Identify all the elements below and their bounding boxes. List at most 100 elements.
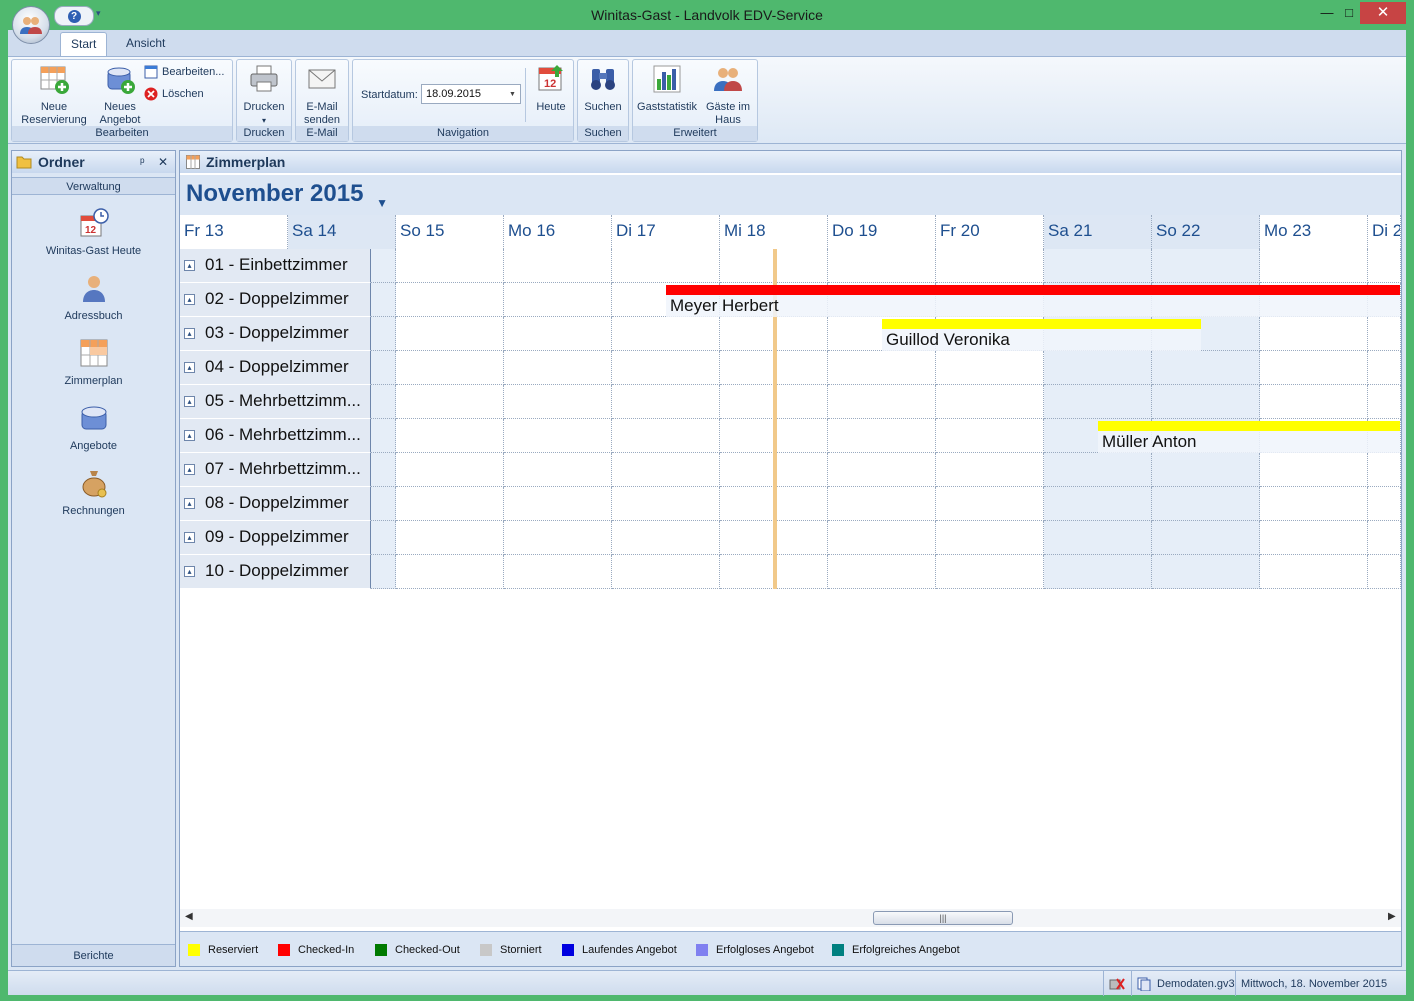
grid-cell[interactable]: [828, 351, 936, 385]
guests-in-house-button[interactable]: Gäste im Haus: [699, 63, 757, 127]
expand-icon[interactable]: ▴: [184, 260, 195, 271]
scroll-thumb[interactable]: |||: [873, 911, 1013, 925]
grid-cell[interactable]: [1044, 521, 1152, 555]
start-date-dropdown-icon[interactable]: ▼: [509, 91, 516, 98]
room-row-label[interactable]: ▴ 06 - Mehrbettzimm...: [180, 419, 371, 453]
close-icon[interactable]: ✕: [158, 151, 168, 173]
grid-cell[interactable]: [1260, 555, 1368, 589]
grid-cell[interactable]: [936, 249, 1044, 283]
guest-statistics-button[interactable]: Gaststatistik: [635, 63, 699, 114]
grid-cell[interactable]: [936, 385, 1044, 419]
grid-cell[interactable]: [612, 317, 720, 351]
grid-cell[interactable]: [1260, 385, 1368, 419]
grid-cell[interactable]: [1152, 351, 1260, 385]
expand-icon[interactable]: ▴: [184, 294, 195, 305]
expand-icon[interactable]: ▴: [184, 430, 195, 441]
month-selector[interactable]: November 2015 ▼: [180, 175, 1401, 215]
grid-cell[interactable]: [1260, 351, 1368, 385]
grid-cell[interactable]: [504, 249, 612, 283]
grid-cell[interactable]: [504, 385, 612, 419]
grid-cell[interactable]: [612, 419, 720, 453]
nav-adressbuch[interactable]: Adressbuch: [12, 272, 175, 322]
expand-icon[interactable]: ▴: [184, 396, 195, 407]
grid-cell[interactable]: [936, 351, 1044, 385]
grid-cell[interactable]: [828, 453, 936, 487]
new-offer-button[interactable]: Neues Angebot: [92, 63, 148, 127]
tab-ansicht[interactable]: Ansicht: [116, 32, 175, 56]
reservation-guest-name[interactable]: Meyer Herbert: [670, 296, 779, 316]
grid-cell[interactable]: [1260, 317, 1368, 351]
room-row-label[interactable]: ▴ 09 - Doppelzimmer: [180, 521, 371, 555]
grid-cell[interactable]: [936, 555, 1044, 589]
nav-zimmerplan[interactable]: Zimmerplan: [12, 337, 175, 387]
grid-cell[interactable]: [396, 555, 504, 589]
horizontal-scrollbar[interactable]: ◀ ||| ▶: [180, 909, 1401, 927]
nav-winitas-heute[interactable]: 12 Winitas-Gast Heute: [12, 207, 175, 257]
grid-cell[interactable]: [396, 249, 504, 283]
room-row-label[interactable]: ▴ 02 - Doppelzimmer: [180, 283, 371, 317]
grid-cell[interactable]: [504, 521, 612, 555]
print-button[interactable]: Drucken ▾: [237, 63, 291, 127]
grid-cell[interactable]: [936, 521, 1044, 555]
reservation-bar[interactable]: [666, 285, 1401, 295]
grid-cell[interactable]: [396, 419, 504, 453]
grid-cell[interactable]: [828, 521, 936, 555]
today-button[interactable]: 12 Heute: [529, 63, 573, 114]
search-button[interactable]: Suchen: [578, 63, 628, 114]
scroll-left-icon[interactable]: ◀: [185, 911, 193, 922]
section-berichte[interactable]: Berichte: [12, 944, 175, 966]
grid-cell[interactable]: [1260, 453, 1368, 487]
close-button[interactable]: ✕: [1360, 2, 1406, 24]
grid-cell[interactable]: [1152, 521, 1260, 555]
expand-icon[interactable]: ▴: [184, 532, 195, 543]
reservation-guest-name[interactable]: Guillod Veronika: [886, 330, 1010, 350]
tab-start[interactable]: Start: [60, 32, 108, 56]
start-date-input[interactable]: 18.09.2015: [421, 84, 521, 104]
grid-cell[interactable]: [1260, 521, 1368, 555]
expand-icon[interactable]: ▴: [184, 362, 195, 373]
grid-cell[interactable]: [612, 351, 720, 385]
grid-cell[interactable]: [396, 351, 504, 385]
room-row-label[interactable]: ▴ 07 - Mehrbettzimm...: [180, 453, 371, 487]
new-reservation-button[interactable]: Neue Reservierung: [16, 63, 92, 127]
grid-cell[interactable]: [504, 555, 612, 589]
grid-cell[interactable]: [1152, 453, 1260, 487]
grid-cell[interactable]: [396, 453, 504, 487]
grid-cell[interactable]: [1368, 555, 1401, 589]
grid-cell[interactable]: [612, 487, 720, 521]
grid-cell[interactable]: [1368, 453, 1401, 487]
room-row-label[interactable]: ▴ 10 - Doppelzimmer: [180, 555, 371, 589]
grid-cell[interactable]: [936, 453, 1044, 487]
scroll-right-icon[interactable]: ▶: [1388, 911, 1396, 922]
send-email-button[interactable]: E-Mail senden: [296, 63, 348, 127]
grid-cell[interactable]: [828, 555, 936, 589]
grid-cell[interactable]: [612, 521, 720, 555]
grid-cell[interactable]: [504, 317, 612, 351]
expand-icon[interactable]: ▴: [184, 566, 195, 577]
grid-cell[interactable]: [612, 385, 720, 419]
grid-cell[interactable]: [1368, 317, 1401, 351]
grid-cell[interactable]: [504, 351, 612, 385]
room-row-label[interactable]: ▴ 03 - Doppelzimmer: [180, 317, 371, 351]
grid-cell[interactable]: [936, 419, 1044, 453]
room-row-label[interactable]: ▴ 08 - Doppelzimmer: [180, 487, 371, 521]
grid-cell[interactable]: [612, 555, 720, 589]
grid-cell[interactable]: [1044, 385, 1152, 419]
pin-icon[interactable]: ᵖ: [140, 151, 145, 173]
grid-cell[interactable]: [504, 283, 612, 317]
expand-icon[interactable]: ▴: [184, 464, 195, 475]
room-row-label[interactable]: ▴ 05 - Mehrbettzimm...: [180, 385, 371, 419]
grid-cell[interactable]: [1260, 249, 1368, 283]
reservation-guest-name[interactable]: Müller Anton: [1102, 432, 1197, 452]
grid-cell[interactable]: [1044, 555, 1152, 589]
grid-cell[interactable]: [1044, 453, 1152, 487]
nav-angebote[interactable]: Angebote: [12, 402, 175, 452]
grid-cell[interactable]: [504, 453, 612, 487]
grid-cell[interactable]: [1368, 385, 1401, 419]
help-icon[interactable]: ?: [67, 9, 81, 23]
grid-cell[interactable]: [1368, 521, 1401, 555]
qat-dropdown-icon[interactable]: ▾: [96, 8, 101, 19]
grid-cell[interactable]: [612, 453, 720, 487]
grid-cell[interactable]: [1152, 555, 1260, 589]
grid-cell[interactable]: [1368, 249, 1401, 283]
